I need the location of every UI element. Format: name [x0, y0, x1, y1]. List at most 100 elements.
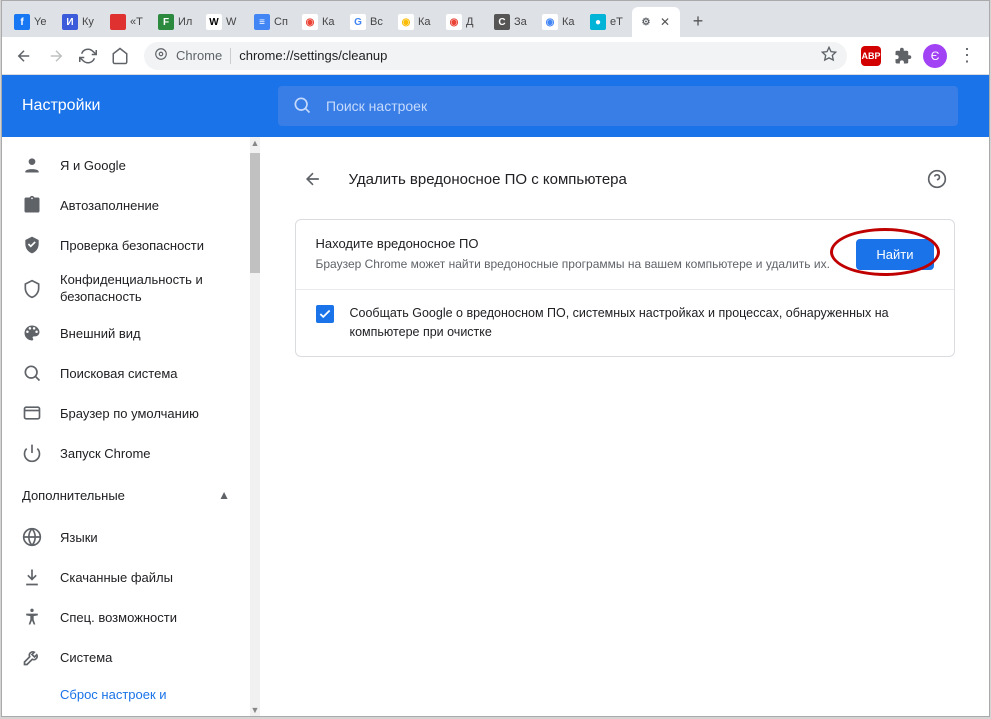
gear-icon: ⚙ — [638, 14, 654, 30]
sidebar-item-label: Я и Google — [60, 158, 126, 173]
tab-label: Д — [466, 16, 473, 28]
tab-favicon-icon: f — [14, 14, 30, 30]
sidebar-item-label: Поисковая система — [60, 366, 178, 381]
tab-favicon-icon: F — [158, 14, 174, 30]
settings-title: Настройки — [22, 97, 262, 115]
report-checkbox[interactable] — [316, 305, 334, 323]
bookmark-star-icon[interactable] — [821, 46, 837, 65]
nav-home-button[interactable] — [106, 42, 134, 70]
scroll-thumb[interactable] — [250, 153, 260, 273]
sidebar-adv-item-2[interactable]: Спец. возможности — [2, 597, 250, 637]
sidebar-adv-item-3[interactable]: Система — [2, 637, 250, 677]
browser-tab[interactable]: ◉Ка — [536, 7, 584, 37]
help-button[interactable] — [919, 161, 955, 197]
nav-back-button[interactable] — [10, 42, 38, 70]
accessibility-icon — [22, 607, 42, 627]
sidebar-reset-link[interactable]: Сброс настроек и — [2, 677, 250, 712]
sidebar-scrollbar[interactable]: ▲ ▼ — [250, 137, 260, 716]
tab-label: W — [226, 16, 236, 28]
browser-toolbar: Chrome chrome://settings/cleanup ABP Є ⋮ — [2, 37, 989, 75]
find-button[interactable]: Найти — [856, 239, 933, 270]
browser-tab[interactable]: ≡Сп — [248, 7, 296, 37]
browser-tab[interactable]: f Ye — [8, 7, 56, 37]
settings-search-input[interactable] — [326, 98, 944, 114]
tab-favicon-icon: ◉ — [446, 14, 462, 30]
search-icon — [292, 95, 312, 118]
tab-favicon-icon: W — [206, 14, 222, 30]
tab-favicon-icon: ≡ — [254, 14, 270, 30]
close-tab-icon[interactable]: ✕ — [660, 15, 670, 29]
tab-favicon-icon — [110, 14, 126, 30]
tab-label: Ил — [178, 16, 192, 28]
profile-avatar[interactable]: Є — [921, 42, 949, 70]
sidebar-item-7[interactable]: Запуск Chrome — [2, 433, 250, 473]
search-icon — [22, 363, 42, 383]
tab-label: eT — [610, 16, 623, 28]
browser-tab[interactable]: ● eT — [584, 7, 632, 37]
browser-tab[interactable]: GВс — [344, 7, 392, 37]
browser-tab[interactable]: ◉ Ка — [296, 7, 344, 37]
page-title: Удалить вредоносное ПО с компьютера — [349, 171, 627, 188]
sidebar-item-label: Внешний вид — [60, 326, 141, 341]
tab-favicon-icon: ◉ — [302, 14, 318, 30]
find-malware-description: Браузер Chrome может найти вредоносные п… — [316, 255, 841, 273]
sidebar-item-4[interactable]: Внешний вид — [2, 313, 250, 353]
tab-label: «Т — [130, 16, 143, 28]
scroll-down-arrow-icon[interactable]: ▼ — [250, 704, 260, 716]
sidebar-item-label: Автозаполнение — [60, 198, 159, 213]
settings-main: Удалить вредоносное ПО с компьютера Нахо… — [260, 137, 989, 716]
settings-search[interactable] — [278, 86, 958, 126]
browser-tab-active[interactable]: ⚙ ✕ — [632, 7, 680, 37]
tab-label: Ка — [322, 16, 335, 28]
palette-icon — [22, 323, 42, 343]
sidebar-adv-item-1[interactable]: Скачанные файлы — [2, 557, 250, 597]
browser-tab[interactable]: ◉Д — [440, 7, 488, 37]
browser-tab[interactable]: WW — [200, 7, 248, 37]
sidebar-item-3[interactable]: Конфиденциальность и безопасность — [2, 265, 250, 313]
report-description: Сообщать Google о вредоносном ПО, систем… — [350, 304, 934, 342]
nav-forward-button[interactable] — [42, 42, 70, 70]
sidebar-item-1[interactable]: Автозаполнение — [2, 185, 250, 225]
new-tab-button[interactable]: + — [684, 7, 712, 35]
address-bar[interactable]: Chrome chrome://settings/cleanup — [144, 42, 847, 70]
tab-label: Ка — [418, 16, 431, 28]
tab-label: За — [514, 16, 527, 28]
browser-icon — [22, 403, 42, 423]
tab-favicon-icon: ● — [590, 14, 606, 30]
browser-tab[interactable]: C За — [488, 7, 536, 37]
sidebar-item-0[interactable]: Я и Google — [2, 145, 250, 185]
sidebar-item-2[interactable]: Проверка безопасности — [2, 225, 250, 265]
sidebar-item-label: Браузер по умолчанию — [60, 406, 199, 421]
nav-reload-button[interactable] — [74, 42, 102, 70]
back-button[interactable] — [295, 161, 331, 197]
sidebar-adv-item-0[interactable]: Языки — [2, 517, 250, 557]
sidebar-item-label: Конфиденциальность и безопасность — [60, 272, 230, 306]
browser-tab[interactable]: F Ил — [152, 7, 200, 37]
tab-favicon-icon: C — [494, 14, 510, 30]
settings-sidebar: Я и Google Автозаполнение Проверка безопас… — [2, 137, 250, 716]
sidebar-item-label: Система — [60, 650, 112, 665]
wrench-icon — [22, 647, 42, 667]
tab-label: Ка — [562, 16, 575, 28]
sidebar-item-5[interactable]: Поисковая система — [2, 353, 250, 393]
browser-menu-button[interactable]: ⋮ — [953, 42, 981, 70]
extensions-icon[interactable] — [889, 42, 917, 70]
tab-label: Ye — [34, 16, 46, 28]
url-scheme-label: Chrome — [176, 48, 222, 63]
find-malware-heading: Находите вредоносное ПО — [316, 236, 841, 251]
divider — [230, 48, 231, 64]
browser-tab[interactable]: ◉ Ка — [392, 7, 440, 37]
sidebar-advanced-toggle[interactable]: Дополнительные ▲ — [2, 473, 250, 517]
browser-tab[interactable]: «Т — [104, 7, 152, 37]
chevron-up-icon: ▲ — [218, 488, 230, 502]
scroll-up-arrow-icon[interactable]: ▲ — [250, 137, 260, 149]
tab-favicon-icon: ◉ — [398, 14, 414, 30]
sidebar-item-6[interactable]: Браузер по умолчанию — [2, 393, 250, 433]
shield-icon — [22, 279, 42, 299]
advanced-label: Дополнительные — [22, 488, 125, 503]
abp-extension-icon[interactable]: ABP — [857, 42, 885, 70]
browser-tab[interactable]: ИКу — [56, 7, 104, 37]
clipboard-icon — [22, 195, 42, 215]
page-content: Настройки Я и Google Автозаполнение Провер… — [2, 75, 989, 716]
lock-icon — [154, 47, 168, 64]
